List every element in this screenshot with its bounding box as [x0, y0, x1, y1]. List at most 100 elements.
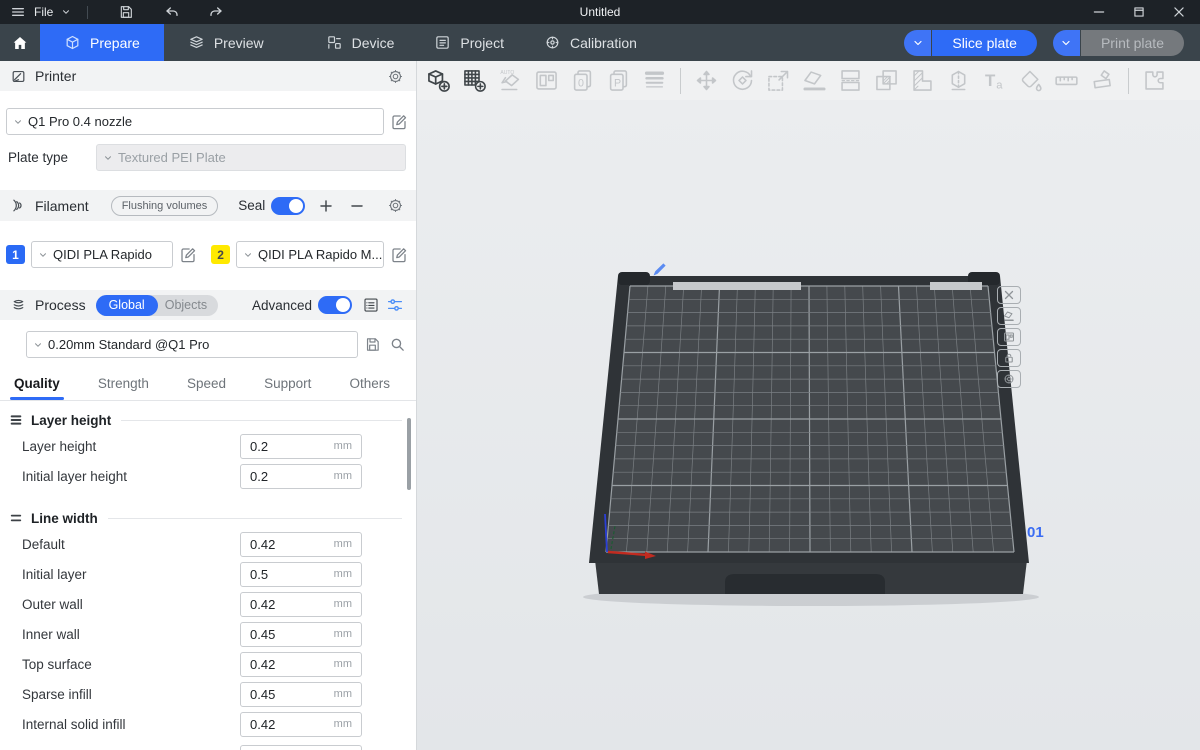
add-filament-icon[interactable] — [318, 198, 334, 214]
tab-project[interactable]: Project — [414, 24, 524, 61]
edit-filament-1-icon[interactable] — [179, 246, 197, 264]
place-on-face-icon — [801, 67, 828, 94]
process-tab-others[interactable]: Others — [347, 370, 392, 400]
printer-settings-gear-icon[interactable] — [387, 68, 404, 85]
global-objects-segment[interactable]: Global Objects — [96, 295, 219, 316]
parameter-search-icon[interactable] — [386, 296, 404, 314]
setting-row-initial-layer-height: Initial layer height0.2mm — [0, 461, 416, 491]
save-preset-icon[interactable] — [364, 336, 381, 353]
remove-filament-icon[interactable] — [349, 198, 365, 214]
scrollbar-thumb[interactable] — [407, 418, 411, 490]
tab-device[interactable]: Device — [306, 24, 415, 61]
chevron-down-icon — [13, 117, 23, 127]
rotate-icon — [729, 67, 756, 94]
tab-prepare[interactable]: Prepare — [40, 24, 164, 61]
edit-filament-2-icon[interactable] — [390, 246, 408, 264]
flushing-volumes-button[interactable]: Flushing volumes — [111, 196, 219, 216]
project-icon — [434, 34, 451, 51]
build-plate[interactable] — [417, 100, 1200, 750]
setting-row-top-surface: Top surface0.42mm — [0, 649, 416, 679]
default-input[interactable]: 0.42mm — [240, 532, 362, 557]
minimize-button[interactable] — [1092, 5, 1106, 19]
delete-plate-icon[interactable] — [997, 286, 1021, 304]
process-icon — [10, 297, 27, 314]
printer-icon — [10, 68, 27, 85]
search-settings-icon[interactable] — [389, 336, 406, 353]
add-plate-icon[interactable] — [461, 67, 488, 94]
advanced-toggle[interactable] — [318, 296, 352, 314]
filament-1-select[interactable]: QIDI PLA Rapido — [31, 241, 173, 268]
line-width-icon — [8, 510, 24, 526]
top-surface-input[interactable]: 0.42mm — [240, 652, 362, 677]
process-tab-speed[interactable]: Speed — [185, 370, 228, 400]
filament-settings-gear-icon[interactable] — [387, 197, 404, 214]
chevron-down-icon — [103, 153, 113, 163]
sparse-infill-input[interactable]: 0.45mm — [240, 682, 362, 707]
orient-plate-icon[interactable] — [997, 307, 1021, 325]
slice-options-button[interactable] — [904, 30, 931, 56]
paste-icon: P — [605, 67, 632, 94]
parameter-list-icon[interactable] — [362, 296, 380, 314]
viewport: AUTO0PTa 01 — [417, 61, 1200, 750]
print-plate-button[interactable]: Print plate — [1081, 30, 1184, 56]
svg-text:0: 0 — [578, 78, 584, 90]
fill-gaps-icon — [909, 67, 936, 94]
menu-icon[interactable] — [10, 4, 26, 20]
file-menu[interactable]: File — [34, 5, 53, 19]
mesh-boolean-icon — [873, 67, 900, 94]
add-object-icon[interactable] — [425, 67, 452, 94]
process-tab-support[interactable]: Support — [262, 370, 313, 400]
setting-row-default: Default0.42mm — [0, 529, 416, 559]
internal-solid-infill-input[interactable]: 0.42mm — [240, 712, 362, 737]
undo-icon[interactable] — [164, 4, 180, 20]
layer-height-input[interactable]: 0.2mm — [240, 434, 362, 459]
maximize-button[interactable] — [1132, 5, 1146, 19]
printer-preset-select[interactable]: Q1 Pro 0.4 nozzle — [6, 108, 384, 135]
prepare-icon — [64, 34, 81, 51]
initial-layer-height-input[interactable]: 0.2mm — [240, 464, 362, 489]
process-preset-value: 0.20mm Standard @Q1 Pro — [48, 337, 209, 352]
close-button[interactable] — [1172, 5, 1186, 19]
segment-global[interactable]: Global — [96, 295, 158, 316]
setting-row-initial-layer: Initial layer0.5mm — [0, 559, 416, 589]
color-paint-icon — [1017, 67, 1044, 94]
process-tab-quality[interactable]: Quality — [12, 370, 62, 400]
plate-number-label: 01 — [1027, 524, 1044, 541]
group-header-layer-height: Layer height — [0, 409, 416, 431]
lock-plate-icon[interactable] — [997, 349, 1021, 367]
group-header-line-width: Line width — [0, 507, 416, 529]
outer-wall-input[interactable]: 0.42mm — [240, 592, 362, 617]
segment-objects[interactable]: Objects — [158, 298, 218, 312]
process-preset-select[interactable]: 0.20mm Standard @Q1 Pro — [26, 331, 358, 358]
svg-text:a: a — [996, 79, 1003, 91]
plate-settings-icon[interactable] — [997, 370, 1021, 388]
filament-1-badge[interactable]: 1 — [6, 245, 25, 264]
initial-layer-input[interactable]: 0.5mm — [240, 562, 362, 587]
edit-printer-icon[interactable] — [390, 113, 408, 131]
tab-calibration[interactable]: Calibration — [524, 24, 657, 61]
split-icon — [837, 67, 864, 94]
sidebar-panel: Printer Q1 Pro 0.4 nozzle Plate type Tex… — [0, 61, 417, 750]
viewport-3d[interactable]: 01 — [417, 100, 1200, 750]
filament-2-badge[interactable]: 2 — [211, 245, 230, 264]
rename-plate-pencil-icon[interactable] — [651, 260, 669, 278]
setting-row-sparse-infill: Sparse infill0.45mm — [0, 679, 416, 709]
auto-orient-icon: AUTO — [497, 67, 524, 94]
filament-icon — [10, 197, 27, 214]
slice-plate-button[interactable]: Slice plate — [932, 30, 1037, 56]
plate-type-select[interactable]: Textured PEI Plate — [96, 144, 406, 171]
redo-icon[interactable] — [208, 4, 224, 20]
save-icon[interactable] — [118, 4, 134, 20]
plate-tools — [997, 286, 1021, 388]
filament-section-header: Filament Flushing volumes Seal — [0, 190, 416, 221]
layer-height-icon — [8, 412, 24, 428]
print-options-button[interactable] — [1053, 30, 1080, 56]
tab-preview[interactable]: Preview — [164, 24, 288, 61]
file-menu-chevron-icon[interactable] — [61, 7, 71, 17]
filament-2-select[interactable]: QIDI PLA Rapido M... — [236, 241, 384, 268]
home-button[interactable] — [0, 24, 40, 61]
process-tab-strength[interactable]: Strength — [96, 370, 151, 400]
inner-wall-input[interactable]: 0.45mm — [240, 622, 362, 647]
seal-toggle[interactable] — [271, 197, 305, 215]
arrange-plate-icon[interactable] — [997, 328, 1021, 346]
